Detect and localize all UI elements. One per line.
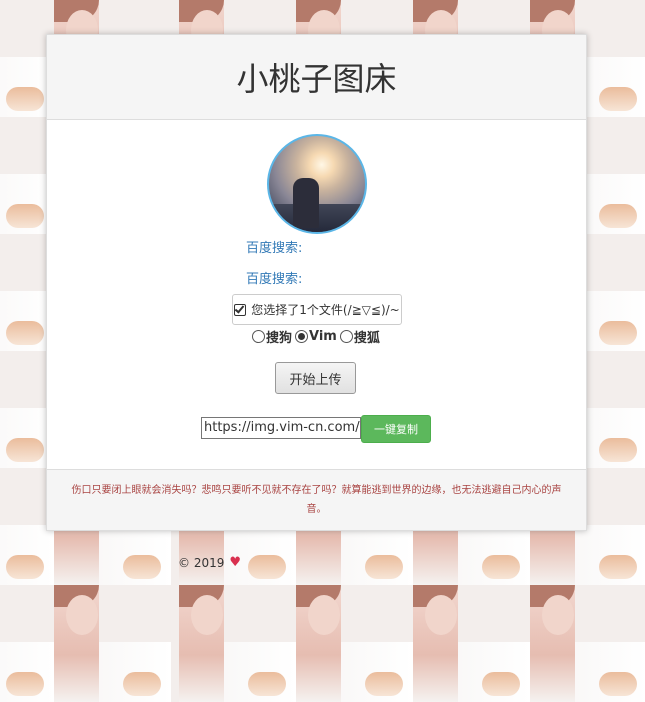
radio-sohu-circle[interactable]	[339, 330, 353, 343]
radio-sogou-circle[interactable]	[252, 330, 265, 343]
radio-sogou[interactable]: 搜狗	[252, 327, 292, 346]
check-square-icon	[234, 303, 247, 316]
radio-vim-circle[interactable]	[295, 330, 309, 343]
copyright: © 2019 ♥	[178, 555, 241, 570]
start-upload-button[interactable]: 开始上传	[275, 362, 356, 394]
card-footer: 伤口只要闭上眼就会消失吗？悲鸣只要听不见就不存在了吗？就算能逃到世界的边缘，也无…	[47, 469, 586, 530]
avatar	[267, 134, 367, 234]
page-title: 小桃子图床	[236, 60, 397, 98]
radio-vim-label: Vim	[309, 329, 337, 344]
file-select-button[interactable]: 您选择了1个文件(/≧▽≦)/~	[232, 294, 402, 325]
card-header: 小桃子图床	[47, 35, 586, 120]
radio-sohu-label: 搜狐	[353, 331, 380, 346]
baidu-search-link[interactable]: 百度搜索:	[246, 237, 302, 256]
file-select-label: 您选择了1个文件(/≧▽≦)/~	[251, 303, 400, 317]
radio-vim[interactable]: Vim	[295, 329, 337, 344]
background-tile	[296, 585, 413, 702]
background-tile	[179, 585, 296, 702]
background-tile	[413, 585, 530, 702]
footer-quote: 伤口只要闭上眼就会消失吗？悲鸣只要听不见就不存在了吗？就算能逃到世界的边缘，也无…	[71, 485, 562, 515]
radio-sohu[interactable]: 搜狐	[339, 327, 380, 346]
heart-icon: ♥	[229, 555, 242, 570]
copy-button[interactable]: 一键复制	[361, 415, 431, 443]
background-tile	[54, 585, 171, 702]
image-url-input[interactable]: https://img.vim-cn.com/68	[201, 417, 361, 439]
engine-radio-group: 搜狗 Vim 搜狐	[252, 327, 383, 346]
radio-sogou-label: 搜狗	[266, 331, 293, 346]
upload-card: 小桃子图床 百度搜索: 百度搜索: 您选择了1个文件(/≧▽≦)/~ 搜狗 Vi…	[46, 34, 587, 531]
background-tile	[530, 585, 645, 702]
background-tile	[0, 585, 54, 702]
baidu-search-link-2[interactable]: 百度搜索:	[246, 268, 302, 287]
copyright-text: © 2019	[178, 555, 225, 570]
